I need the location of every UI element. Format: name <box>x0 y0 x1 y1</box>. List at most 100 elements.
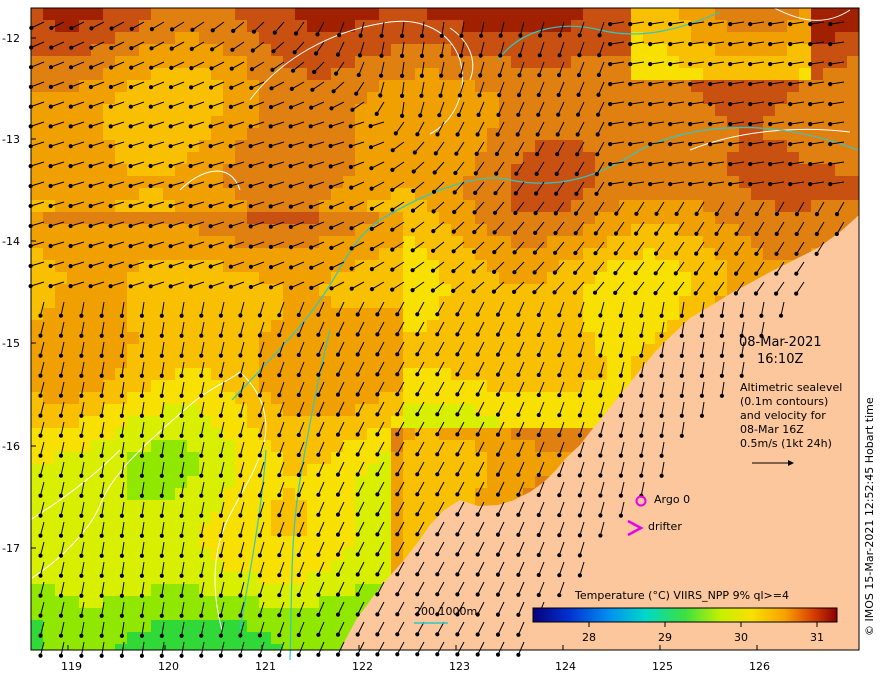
sst-cell <box>463 152 475 164</box>
sst-cell <box>307 188 319 200</box>
sst-cell <box>163 512 175 524</box>
velocity-arrowhead <box>309 105 314 110</box>
sst-cell <box>115 8 127 20</box>
sst-cell <box>67 32 79 44</box>
sst-cell <box>343 428 355 440</box>
sst-cell <box>319 56 331 68</box>
sst-cell <box>175 500 187 512</box>
velocity-arrowhead <box>553 250 558 255</box>
sst-cell <box>691 68 703 80</box>
sst-cell <box>235 212 247 224</box>
velocity-arrowhead <box>277 333 282 338</box>
velocity-arrowhead <box>668 122 673 127</box>
velocity-arrowhead <box>768 62 773 67</box>
sst-cell <box>259 32 271 44</box>
sst-cell <box>199 20 211 32</box>
velocity-arrowhead <box>516 93 522 98</box>
sst-cell <box>115 260 127 272</box>
sst-cell <box>91 44 103 56</box>
velocity-arrowhead <box>58 333 64 338</box>
sst-cell <box>343 68 355 80</box>
sst-cell <box>223 332 235 344</box>
sst-cell <box>67 68 79 80</box>
sst-cell <box>223 500 235 512</box>
velocity-arrowhead <box>688 62 693 67</box>
sst-cell <box>427 32 439 44</box>
velocity-arrowhead <box>774 211 780 217</box>
sst-cell <box>295 152 307 164</box>
sst-cell <box>499 260 511 272</box>
sst-cell <box>127 8 139 20</box>
velocity-arrowhead <box>713 291 718 296</box>
velocity-arrowhead <box>335 332 341 337</box>
sst-cell <box>631 164 643 176</box>
velocity-arrowhead <box>728 142 733 147</box>
velocity-arrowhead <box>410 228 415 233</box>
sst-cell <box>799 212 811 224</box>
sst-cell <box>187 356 199 368</box>
velocity-arrowhead <box>814 231 819 237</box>
sst-cell <box>847 8 859 20</box>
velocity-arrowhead <box>748 82 753 87</box>
sst-cell <box>463 236 475 248</box>
velocity-arrowhead <box>648 62 653 67</box>
sst-cell <box>547 272 559 284</box>
sst-cell <box>787 200 799 212</box>
sst-cell <box>331 476 343 488</box>
sst-cell <box>319 452 331 464</box>
velocity-arrowhead <box>400 73 405 79</box>
velocity-arrowhead <box>668 102 673 107</box>
velocity-arrowhead <box>557 33 563 38</box>
sst-cell <box>259 536 271 548</box>
sst-cell <box>103 404 115 416</box>
sst-cell <box>103 440 115 452</box>
sst-cell <box>463 356 475 368</box>
sst-cell <box>499 8 511 20</box>
sst-cell <box>679 188 691 200</box>
sst-cell <box>679 272 691 284</box>
sst-cell <box>487 92 499 104</box>
sst-cell <box>355 380 367 392</box>
sst-cell <box>607 56 619 68</box>
sst-cell <box>127 188 139 200</box>
sst-cell <box>55 32 67 44</box>
sst-cell <box>139 500 151 512</box>
sst-cell <box>583 20 595 32</box>
sst-cell <box>55 284 67 296</box>
velocity-arrowhead <box>334 71 339 76</box>
sst-cell <box>379 260 391 272</box>
sst-cell <box>91 236 103 248</box>
sst-cell <box>91 128 103 140</box>
sst-cell <box>139 620 151 632</box>
sst-cell <box>547 140 559 152</box>
velocity-arrowhead <box>208 224 213 229</box>
sst-cell <box>43 8 55 20</box>
velocity-arrowhead <box>230 47 235 52</box>
sst-cell <box>211 536 223 548</box>
sst-cell <box>559 140 571 152</box>
sst-cell <box>847 188 859 200</box>
velocity-arrowhead <box>390 167 395 172</box>
sst-cell <box>835 164 847 176</box>
sst-cell <box>139 596 151 608</box>
velocity-arrowhead <box>728 122 733 127</box>
velocity-arrowhead <box>108 183 113 189</box>
sst-cell <box>127 608 139 620</box>
velocity-arrowhead <box>473 171 478 176</box>
sst-cell <box>115 56 127 68</box>
sst-cell <box>799 200 811 212</box>
sst-cell <box>499 140 511 152</box>
velocity-arrowhead <box>557 313 562 318</box>
sst-cell <box>715 44 727 56</box>
sst-cell <box>247 428 259 440</box>
sst-cell <box>199 128 211 140</box>
sst-cell <box>583 332 595 344</box>
sst-cell <box>103 428 115 440</box>
velocity-arrowhead <box>608 162 613 167</box>
sst-cell <box>55 212 67 224</box>
sst-cell <box>31 8 43 20</box>
sst-cell <box>175 8 187 20</box>
sst-cell <box>211 80 223 92</box>
sst-cell <box>223 368 235 380</box>
sst-cell <box>583 344 595 356</box>
